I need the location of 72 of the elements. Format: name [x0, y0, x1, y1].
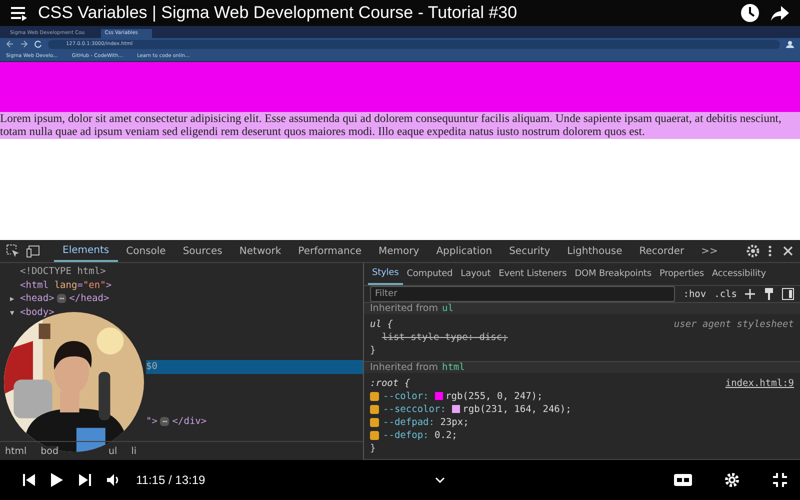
previous-icon[interactable] — [22, 473, 36, 487]
exit-fullscreen-icon[interactable] — [772, 472, 788, 488]
toggle-button[interactable]: :hov — [683, 288, 706, 300]
css-declaration: --defop: 0.2; — [383, 429, 458, 442]
breadcrumb[interactable]: ul — [108, 446, 118, 456]
devtools-tab[interactable]: Memory — [370, 240, 428, 262]
close-icon[interactable] — [782, 245, 794, 257]
dom-node[interactable]: <html lang="en"> — [0, 278, 363, 292]
rule-source[interactable]: index.html:9 — [725, 377, 794, 390]
styles-tab[interactable]: DOM Breakpoints — [570, 263, 656, 285]
forward-icon[interactable] — [20, 40, 28, 48]
css-declaration: --color: rgb(255, 0, 247); — [383, 390, 543, 403]
plus-icon[interactable] — [745, 288, 756, 300]
rule-source: user agent stylesheet — [674, 318, 794, 331]
back-icon[interactable] — [6, 40, 14, 48]
settings-icon[interactable] — [746, 244, 760, 258]
devtools-tab[interactable]: Elements — [54, 240, 118, 262]
sidebar-icon[interactable] — [782, 288, 794, 300]
property-checkbox[interactable] — [370, 431, 379, 440]
styles-tab[interactable]: Properties — [655, 263, 708, 285]
devtools-tab[interactable]: Network — [230, 240, 290, 262]
share-icon[interactable] — [770, 4, 790, 22]
devtools-tab[interactable]: Recorder — [630, 240, 693, 262]
property-checkbox[interactable] — [370, 392, 379, 401]
dom-node[interactable]: "> ⋯ </div> — [146, 414, 363, 428]
property-checkbox[interactable] — [370, 418, 379, 427]
paragraph: Lorem ipsum, dolor sit amet consectetur adipisicing elit. Esse assumenda qui ad dolorem consequuntur facilis aliquam. Unde sapiente ipsam quaerat, at debitis nesciunt, totam nulla quae ad ipsum veniam sed eligendi rem deserunt quos maiores modi. Illo eaque expedita natus iusto nostrum dolorem quos est. — [0, 112, 800, 139]
css-declaration: list-style-type: disc; — [381, 331, 508, 344]
css-declaration: --defpad: 23px; — [383, 416, 469, 429]
next-icon[interactable] — [78, 473, 92, 487]
property-checkbox[interactable] — [370, 405, 379, 414]
styles-tab[interactable]: Event Listeners — [494, 263, 571, 285]
closing-brace: } — [370, 345, 376, 356]
devtools-tab[interactable]: Console — [118, 240, 174, 262]
breadcrumb[interactable]: html — [5, 446, 27, 456]
chevron-down-icon[interactable] — [434, 477, 445, 483]
device-icon[interactable] — [26, 244, 40, 258]
clock-icon[interactable] — [740, 3, 760, 23]
inherited-label: Inherited from — [370, 303, 438, 314]
inherited-label: Inherited from — [370, 362, 438, 373]
toggle-button[interactable]: .cls — [714, 288, 737, 300]
filter-field[interactable]: Filter — [370, 286, 676, 302]
captions-icon[interactable] — [674, 473, 692, 487]
css-selector: :root { — [370, 377, 410, 390]
devtools-tab[interactable]: Application — [428, 240, 501, 262]
closing-brace: } — [370, 443, 376, 454]
devtools-tab[interactable]: Security — [500, 240, 559, 262]
styles-tab[interactable]: Layout — [456, 263, 495, 285]
inherited-tag[interactable]: ul — [442, 303, 454, 314]
menu-icon[interactable] — [10, 5, 28, 21]
reload-icon[interactable] — [34, 40, 42, 48]
profile-icon[interactable] — [786, 40, 794, 48]
inherited-tag[interactable]: html — [442, 362, 465, 373]
css-selector: ul { — [370, 318, 393, 331]
devtools-tab[interactable]: Lighthouse — [558, 240, 631, 262]
paint-icon[interactable] — [764, 288, 774, 300]
devtools-tab[interactable]: Performance — [290, 240, 370, 262]
play-icon[interactable] — [50, 472, 64, 488]
styles-tab[interactable]: Accessibility — [708, 263, 770, 285]
video-time: 11:15 / 13:19 — [136, 473, 206, 487]
styles-tab[interactable]: Computed — [402, 263, 457, 285]
breadcrumb[interactable]: li — [131, 446, 136, 456]
inspect-icon[interactable] — [6, 244, 20, 258]
color-swatch[interactable] — [452, 405, 460, 413]
devtools-tab[interactable]: >> — [692, 240, 726, 262]
devtools-tab[interactable]: Sources — [174, 240, 231, 262]
breadcrumb[interactable]: bod — [40, 446, 59, 456]
css-declaration: --seccolor: rgb(231, 164, 246); — [383, 403, 572, 416]
dom-node[interactable]: <!DOCTYPE html> — [0, 265, 363, 279]
more-icon[interactable] — [768, 244, 772, 258]
color-swatch[interactable] — [434, 392, 442, 400]
video-title: CSS Variables | Sigma Web Development Course - Tutorial #30 — [38, 3, 518, 23]
